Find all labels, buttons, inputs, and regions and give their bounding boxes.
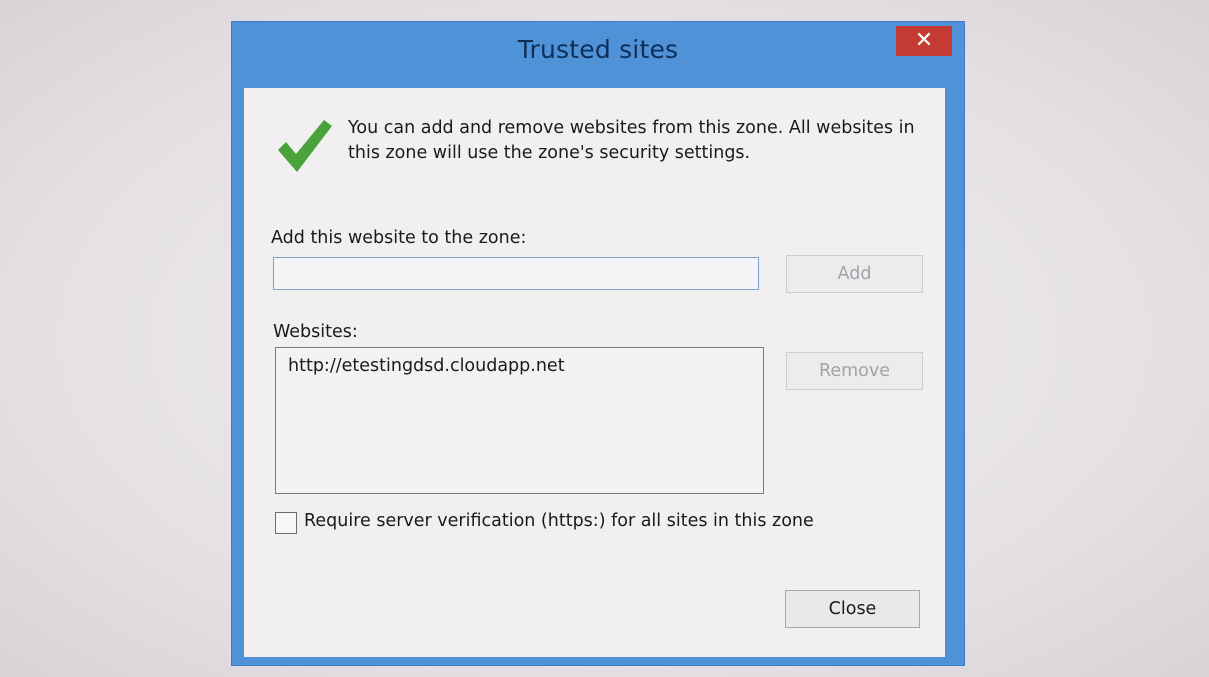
- trusted-sites-dialog: Trusted sites ✕ You can add and remove w…: [232, 22, 964, 665]
- add-website-label: Add this website to the zone:: [271, 228, 527, 248]
- close-icon[interactable]: ✕: [896, 26, 952, 56]
- websites-label: Websites:: [273, 322, 358, 342]
- intro-text: You can add and remove websites from thi…: [348, 118, 915, 163]
- add-button[interactable]: Add: [786, 255, 923, 293]
- https-verification-checkbox[interactable]: [275, 512, 297, 534]
- websites-list[interactable]: http://etestingdsd.cloudapp.net: [275, 347, 764, 494]
- https-verification-label[interactable]: Require server verification (https:) for…: [304, 511, 814, 531]
- list-item[interactable]: http://etestingdsd.cloudapp.net: [288, 356, 565, 376]
- dialog-title: Trusted sites: [517, 35, 679, 64]
- title-bar[interactable]: Trusted sites ✕: [232, 22, 964, 88]
- screen: Trusted sites ✕ You can add and remove w…: [0, 0, 1209, 677]
- check-icon: [278, 120, 332, 172]
- dialog-body: You can add and remove websites from thi…: [244, 88, 945, 657]
- close-button[interactable]: Close: [785, 590, 920, 628]
- remove-button[interactable]: Remove: [786, 352, 923, 390]
- add-website-input[interactable]: [273, 257, 759, 290]
